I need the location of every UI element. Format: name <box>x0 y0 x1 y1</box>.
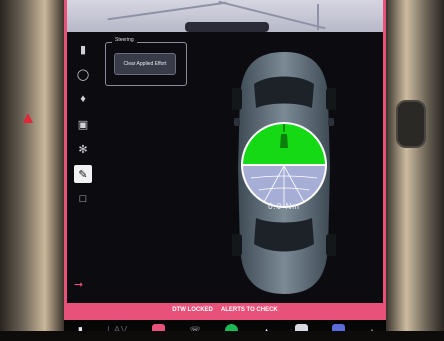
service-sidebar: ▮ ◯ ♦ ▣ ✻ ✎ □ <box>70 40 96 308</box>
air-vent <box>396 100 426 148</box>
display-icon[interactable]: ▣ <box>74 115 92 133</box>
steering-panel: Steering Clear Applied Effort <box>105 37 187 86</box>
service-pencil-icon[interactable]: ✎ <box>74 165 92 183</box>
map-road <box>107 1 227 21</box>
interior-left-panel <box>0 0 64 341</box>
battery-icon[interactable]: □ <box>74 190 92 208</box>
dtw-locked-status: DTW LOCKED <box>172 307 213 313</box>
logout-icon[interactable]: ➞ <box>74 278 83 291</box>
map-road <box>317 4 319 30</box>
car-icon[interactable]: ▮ <box>74 40 92 58</box>
lights-icon[interactable]: ◯ <box>74 65 92 83</box>
map-location-banner <box>185 22 269 32</box>
map-area[interactable] <box>67 0 383 32</box>
climate-icon[interactable]: ♦ <box>74 90 92 108</box>
panel-title: Steering <box>112 37 137 43</box>
bottom-trim <box>0 331 444 341</box>
torque-readout: 0.0 Nm <box>268 202 300 211</box>
status-bar: DTW LOCKED ALERTS TO CHECK <box>67 303 383 317</box>
hazard-icon <box>23 113 33 123</box>
interior-right-panel <box>386 0 444 341</box>
touchscreen: ▮ ◯ ♦ ▣ ✻ ✎ □ ➞ Steering Clear Applied E… <box>64 0 386 320</box>
alerts-status[interactable]: ALERTS TO CHECK <box>221 307 278 313</box>
settings-icon[interactable]: ✻ <box>74 140 92 158</box>
steering-torque-gauge <box>241 122 327 208</box>
clear-applied-effort-button[interactable]: Clear Applied Effort <box>114 53 176 75</box>
